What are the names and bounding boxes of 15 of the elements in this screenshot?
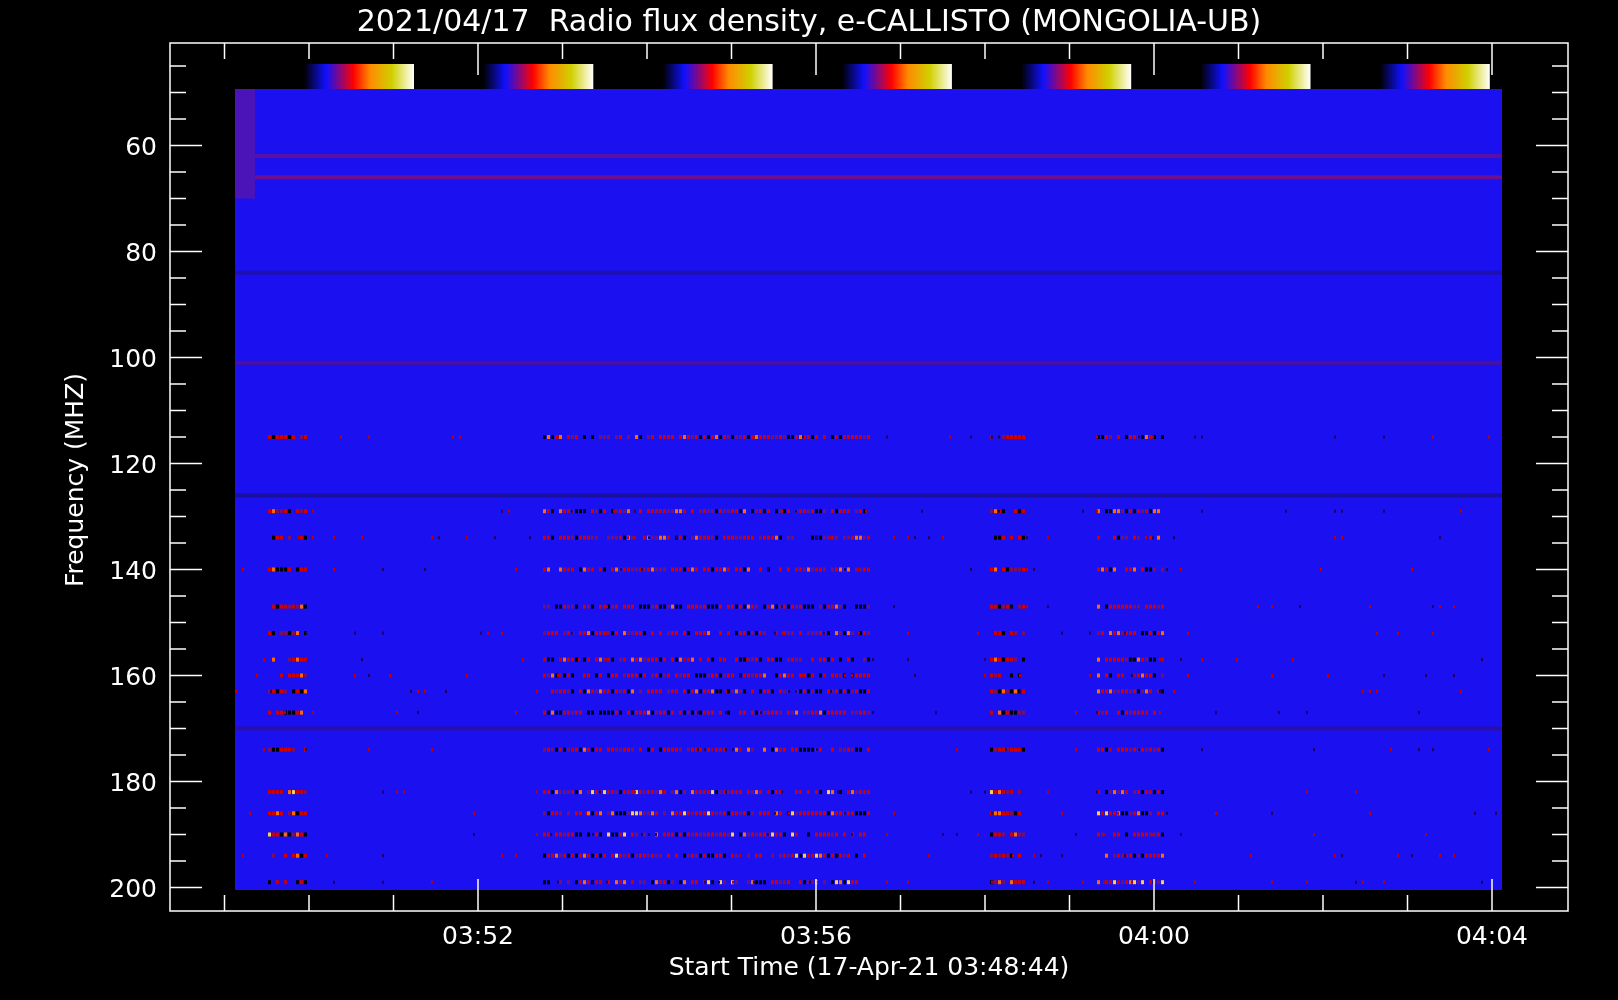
- y-tick-label: 140: [109, 555, 157, 585]
- y-tick-label: 100: [109, 343, 157, 373]
- y-tick-label: 160: [109, 661, 157, 691]
- y-tick-label: 200: [109, 873, 157, 903]
- x-tick-label: 04:00: [1118, 921, 1190, 950]
- x-tick-label: 03:52: [442, 921, 514, 950]
- x-tick-label: 03:56: [780, 921, 852, 950]
- y-tick-label: 80: [125, 237, 157, 267]
- x-axis-label: Start Time (17-Apr-21 03:48:44): [668, 952, 1070, 981]
- y-axis-label: Frequency (MHZ): [60, 372, 89, 588]
- y-tick-label: 180: [109, 767, 157, 797]
- plot-title: 2021/04/17 Radio flux density, e-CALLISTO (MONGOLIA-UB): [356, 3, 1262, 38]
- x-tick-label: 04:04: [1456, 921, 1528, 950]
- y-tick-label: 60: [125, 131, 157, 161]
- y-tick-label: 120: [109, 449, 157, 479]
